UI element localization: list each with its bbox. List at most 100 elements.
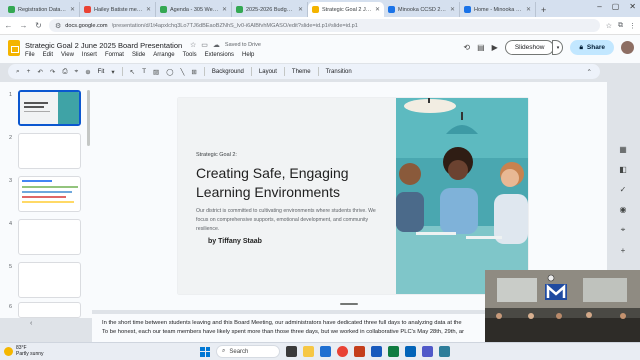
share-button[interactable]: 🔒︎ Share <box>570 40 614 55</box>
tab-close-icon[interactable]: ✕ <box>450 6 455 13</box>
url-field[interactable]: ⚙ docs.google.com/presentation/d/1t4apxl… <box>49 19 600 32</box>
meet-icon[interactable]: ▶ <box>492 43 498 52</box>
menu-item[interactable]: Extensions <box>205 52 234 58</box>
slideshow-button[interactable]: Slideshow <box>504 40 555 55</box>
image-icon[interactable]: ▨ <box>153 68 159 76</box>
slide-thumbnail-3[interactable] <box>18 176 81 212</box>
new-slide-icon[interactable]: + <box>27 68 31 75</box>
chrome-icon[interactable] <box>337 346 348 357</box>
site-info-icon[interactable]: ⚙ <box>55 22 61 30</box>
speaker-notes[interactable]: In the short time between students leavi… <box>92 314 492 342</box>
calendar-icon[interactable]: ▦ <box>619 145 627 154</box>
paint-format-icon[interactable]: ⌖ <box>75 68 79 76</box>
reload-icon[interactable]: ↻ <box>34 21 43 30</box>
browser-tab[interactable]: 2025-2026 Budget -... ✕ <box>232 2 308 17</box>
slide-author[interactable]: by Tiffany Staab <box>208 238 262 245</box>
collapse-toolbar-icon[interactable]: ⌃ <box>587 68 592 76</box>
menu-item[interactable]: File <box>25 52 35 58</box>
maps-icon[interactable]: ⌖ <box>621 225 626 235</box>
menu-item[interactable]: Edit <box>43 52 53 58</box>
slide-thumbnail-4[interactable] <box>18 219 81 255</box>
extensions-icon[interactable]: ⧉ <box>618 22 623 30</box>
powerpoint-icon[interactable] <box>354 346 365 357</box>
shape-icon[interactable]: ◯ <box>166 68 173 76</box>
classroom-photo[interactable] <box>396 98 528 294</box>
menu-item[interactable]: View <box>61 52 74 58</box>
line-icon[interactable]: ╲ <box>180 68 184 76</box>
theme-button[interactable]: Theme <box>292 69 311 75</box>
transition-button[interactable]: Transition <box>326 69 352 75</box>
browser-tab[interactable]: Home - Minooka CCS...✕ <box>460 2 536 17</box>
minimize-icon[interactable]: – <box>597 2 601 11</box>
close-window-icon[interactable]: ✕ <box>629 2 636 11</box>
forward-icon[interactable]: → <box>19 21 28 30</box>
slideshow-dropdown-icon[interactable]: ▾ <box>552 40 564 55</box>
browser-tab[interactable]: Minooka CCSD 201 S...✕ <box>384 2 460 17</box>
maximize-icon[interactable]: ▢ <box>612 2 620 11</box>
taskbar-search[interactable]: ⌕ Search <box>216 345 280 358</box>
browser-menu-icon[interactable]: ⋮ <box>629 22 636 30</box>
app-icon[interactable] <box>439 346 450 357</box>
search-menus-icon[interactable]: ⌕ <box>16 68 20 76</box>
task-view-icon[interactable] <box>286 346 297 357</box>
word-icon[interactable] <box>371 346 382 357</box>
slide-title[interactable]: Creating Safe, Engaging Learning Environ… <box>196 164 396 202</box>
print-icon[interactable]: ⎙ <box>62 68 67 76</box>
notes-collapse-icon[interactable]: ‹ <box>30 320 32 327</box>
menu-item[interactable]: Insert <box>82 52 97 58</box>
menu-item[interactable]: Arrange <box>153 52 174 58</box>
filmstrip-scrollbar[interactable] <box>87 90 90 146</box>
redo-icon[interactable]: ↷ <box>50 68 55 76</box>
keep-icon[interactable]: ◧ <box>619 165 627 174</box>
browser-tab[interactable]: Hailey Batiste messag...✕ <box>80 2 156 17</box>
menu-item[interactable]: Slide <box>132 52 145 58</box>
comment-add-icon[interactable]: ⊞ <box>191 68 196 76</box>
new-tab-button[interactable]: + <box>536 5 551 17</box>
tab-close-icon[interactable]: ✕ <box>298 6 303 13</box>
select-icon[interactable]: ↖ <box>130 68 135 76</box>
move-folder-icon[interactable]: ▭ <box>201 41 208 49</box>
slide-body-text[interactable]: Our district is committed to cultivating… <box>196 207 376 234</box>
undo-icon[interactable]: ↶ <box>37 68 42 76</box>
edge-icon[interactable] <box>320 346 331 357</box>
excel-icon[interactable] <box>388 346 399 357</box>
slide-thumbnail-6[interactable] <box>18 302 81 318</box>
browser-tab[interactable]: Strategic Goal 2 June ...✕ <box>308 2 384 17</box>
zoom-dropdown-icon[interactable]: ▾ <box>111 68 114 76</box>
comments-icon[interactable]: ▤ <box>477 43 485 52</box>
menu-item[interactable]: Format <box>105 52 124 58</box>
notes-resize-handle[interactable] <box>340 303 358 305</box>
tab-close-icon[interactable]: ✕ <box>222 6 227 13</box>
version-history-icon[interactable]: ⟲ <box>463 43 470 52</box>
browser-tab[interactable]: Agenda - 305 West C...✕ <box>156 2 232 17</box>
menu-item[interactable]: Tools <box>183 52 197 58</box>
avatar[interactable] <box>621 41 634 54</box>
file-explorer-icon[interactable] <box>303 346 314 357</box>
menu-item[interactable]: Help <box>242 52 254 58</box>
windows-start-icon[interactable] <box>200 346 210 357</box>
slide-thumbnail-5[interactable] <box>18 262 81 298</box>
current-slide[interactable]: Strategic Goal 2: Creating Safe, Engagin… <box>178 98 528 294</box>
bookmark-star-icon[interactable]: ☆ <box>606 22 612 30</box>
slide-thumbnail-2[interactable] <box>18 133 81 169</box>
zoom-select[interactable]: Fit <box>98 69 105 75</box>
weather-widget[interactable]: 83°F Partly sunny <box>4 345 44 357</box>
tab-close-icon[interactable]: ✕ <box>375 6 380 13</box>
layout-button[interactable]: Layout <box>259 69 277 75</box>
textbox-icon[interactable]: T <box>142 68 146 75</box>
back-icon[interactable]: ← <box>4 21 13 30</box>
background-button[interactable]: Background <box>212 69 244 75</box>
zoom-icon[interactable]: ⊕ <box>85 68 90 76</box>
tab-close-icon[interactable]: ✕ <box>70 6 75 13</box>
star-icon[interactable]: ☆ <box>190 41 196 49</box>
teams-icon[interactable] <box>422 346 433 357</box>
contacts-icon[interactable]: ◉ <box>620 205 627 214</box>
tab-close-icon[interactable]: ✕ <box>526 6 531 13</box>
tasks-icon[interactable]: ✓ <box>620 185 627 194</box>
document-title[interactable]: Strategic Goal 2 June 2025 Board Present… <box>25 41 182 50</box>
tab-close-icon[interactable]: ✕ <box>146 6 151 13</box>
slide-thumbnail-1[interactable] <box>18 90 81 126</box>
outlook-icon[interactable] <box>405 346 416 357</box>
slide-subtitle[interactable]: Strategic Goal 2: <box>196 152 237 158</box>
slides-logo-icon[interactable] <box>8 40 20 56</box>
